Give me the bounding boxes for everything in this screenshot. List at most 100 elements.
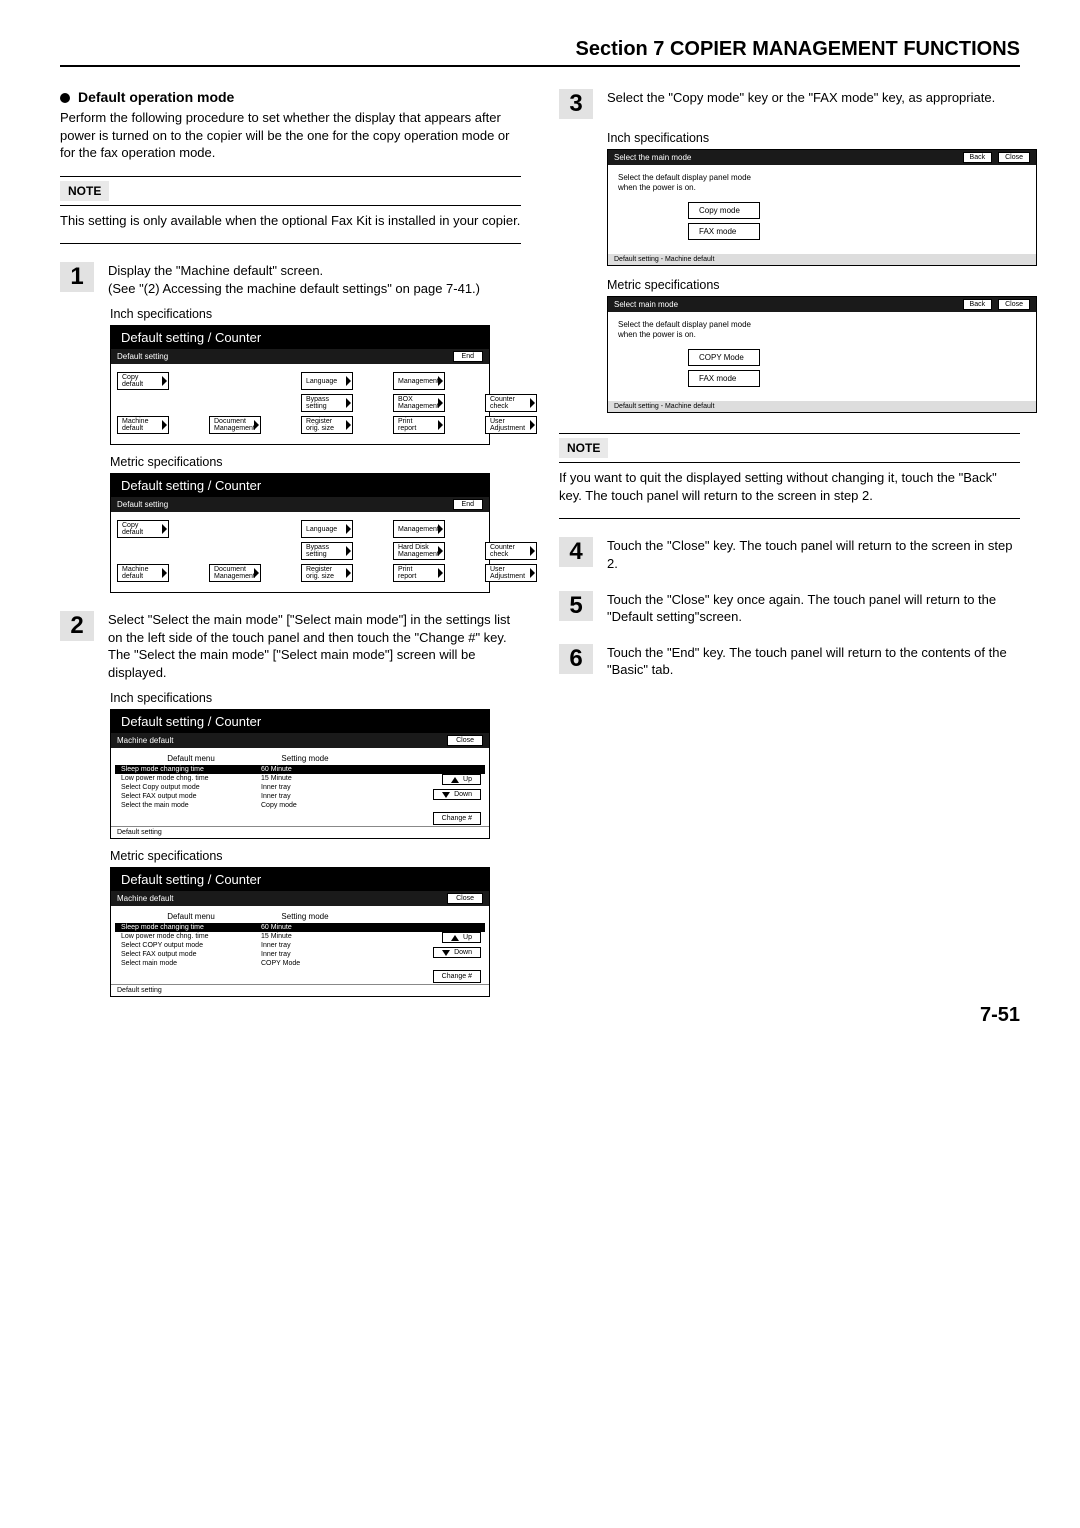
mm-body: Select the default display panel mode wh… [608, 312, 1036, 401]
change-button[interactable]: Change # [433, 970, 481, 983]
fax-mode-button[interactable]: FAX mode [688, 370, 760, 387]
language-button[interactable]: Language [301, 520, 353, 538]
table-row[interactable]: Select the main modeCopy mode [115, 801, 485, 810]
box-mgmt-button[interactable]: BOX Management [393, 394, 445, 412]
panel-wrap: Default setting / Counter Default settin… [110, 325, 521, 445]
end-button[interactable]: End [453, 351, 483, 362]
table-cell: Inner tray [261, 942, 341, 949]
default-setting-panel-inch: Default setting / Counter Default settin… [110, 325, 490, 445]
panel-footer: Default setting [111, 984, 489, 996]
table-row[interactable]: Low power mode chng. time15 Minute [115, 932, 485, 941]
user-adjust-button[interactable]: User Adjustment [485, 416, 537, 434]
machine-default-button[interactable]: Machine default [117, 416, 169, 434]
bypass-button[interactable]: Bypass setting [301, 394, 353, 412]
counter-check-button[interactable]: Counter check [485, 394, 537, 412]
management-button[interactable]: Management [393, 520, 445, 538]
mm-bar: Select the main mode Back Close [608, 150, 1036, 165]
copy-mode-button[interactable]: Copy mode [688, 202, 760, 219]
doc-mgmt-button[interactable]: Document Management [209, 416, 261, 434]
down-button[interactable]: Down [433, 789, 481, 800]
table-cell: 60 Minute [261, 924, 341, 931]
table-row[interactable]: Select main modeCOPY Mode [115, 959, 485, 968]
mm-bar-title: Select the main mode [614, 153, 691, 162]
main-mode-panel-metric: Select main mode Back Close Select the d… [607, 296, 1037, 413]
sub-bar-label: Default setting [117, 352, 168, 361]
step-text: Touch the "Close" key once again. The to… [607, 591, 1020, 626]
step-number: 5 [559, 591, 593, 621]
panel-sub-bar: Default setting End [111, 349, 489, 364]
down-button[interactable]: Down [433, 947, 481, 958]
rows-inch: Sleep mode changing time60 MinuteLow pow… [115, 765, 485, 810]
right-controls: Up Down Change # [433, 774, 481, 825]
close-button[interactable]: Close [447, 735, 483, 746]
machine-default-label: Machine default [117, 894, 173, 903]
language-button[interactable]: Language [301, 372, 353, 390]
table-row[interactable]: Low power mode chng. time15 Minute [115, 774, 485, 783]
step-number: 6 [559, 644, 593, 674]
table-cell: Inner tray [261, 793, 341, 800]
copy-default-button[interactable]: Copy default [117, 372, 169, 390]
panel-footer: Default setting [111, 826, 489, 838]
table-cell: Select FAX output mode [121, 793, 261, 800]
left-column: Default operation mode Perform the follo… [60, 89, 521, 997]
up-label: Up [463, 776, 472, 783]
step-number: 3 [559, 89, 593, 119]
copy-default-button[interactable]: Copy default [117, 520, 169, 538]
panel-wrap: Default setting / Counter Machine defaul… [110, 709, 521, 839]
end-button[interactable]: End [453, 499, 483, 510]
note-text: If you want to quit the displayed settin… [559, 469, 1020, 504]
table-cell: Select Copy output mode [121, 784, 261, 791]
table-row[interactable]: Sleep mode changing time60 Minute [115, 765, 485, 774]
table-cell: Low power mode chng. time [121, 933, 261, 940]
register-orig-button[interactable]: Register orig. size [301, 564, 353, 582]
list-area: Default menu Setting mode Sleep mode cha… [111, 906, 489, 984]
up-button[interactable]: Up [442, 932, 481, 943]
step-text: Select the "Copy mode" key or the "FAX m… [607, 89, 995, 107]
mm-buttons: Copy mode FAX mode [688, 202, 1026, 240]
print-report-button[interactable]: Print report [393, 416, 445, 434]
change-button[interactable]: Change # [433, 812, 481, 825]
table-row[interactable]: Sleep mode changing time60 Minute [115, 923, 485, 932]
table-cell: Copy mode [261, 802, 341, 809]
harddisk-mgmt-button[interactable]: Hard Disk Management [393, 542, 445, 560]
panel-title: Default setting / Counter [111, 710, 489, 733]
doc-mgmt-button[interactable]: Document Management [209, 564, 261, 582]
machine-default-label: Machine default [117, 736, 173, 745]
step-text: Select "Select the main mode" ["Select m… [108, 611, 521, 681]
table-row[interactable]: Select COPY output modeInner tray [115, 941, 485, 950]
up-button[interactable]: Up [442, 774, 481, 785]
inch-spec-label: Inch specifications [110, 307, 521, 321]
panel-title: Default setting / Counter [111, 326, 489, 349]
right-column: 3 Select the "Copy mode" key or the "FAX… [559, 89, 1020, 997]
note-label: NOTE [559, 438, 608, 458]
close-button[interactable]: Close [447, 893, 483, 904]
hdr-mode: Setting mode [265, 754, 345, 763]
print-report-button[interactable]: Print report [393, 564, 445, 582]
counter-check-button[interactable]: Counter check [485, 542, 537, 560]
close-button[interactable]: Close [998, 152, 1030, 163]
register-orig-button[interactable]: Register orig. size [301, 416, 353, 434]
table-row[interactable]: Select Copy output modeInner tray [115, 783, 485, 792]
metric-spec-label: Metric specifications [110, 455, 521, 469]
user-adjust-button[interactable]: User Adjustment [485, 564, 537, 582]
table-cell: 15 Minute [261, 933, 341, 940]
table-cell: 15 Minute [261, 775, 341, 782]
step-1: 1 Display the "Machine default" screen. … [60, 262, 521, 297]
list-headers: Default menu Setting mode [115, 752, 485, 765]
fax-mode-button[interactable]: FAX mode [688, 223, 760, 240]
bypass-button[interactable]: Bypass setting [301, 542, 353, 560]
metric-spec-label: Metric specifications [607, 278, 1020, 292]
management-button[interactable]: Management [393, 372, 445, 390]
copy-mode-button[interactable]: COPY Mode [688, 349, 760, 366]
step-6: 6 Touch the "End" key. The touch panel w… [559, 644, 1020, 679]
table-row[interactable]: Select FAX output modeInner tray [115, 792, 485, 801]
mm-body: Select the default display panel mode wh… [608, 165, 1036, 254]
table-row[interactable]: Select FAX output modeInner tray [115, 950, 485, 959]
inch-spec-label: Inch specifications [110, 691, 521, 705]
close-button[interactable]: Close [998, 299, 1030, 310]
mm-description: Select the default display panel mode wh… [618, 320, 1026, 339]
back-button[interactable]: Back [963, 152, 993, 163]
machine-default-button[interactable]: Machine default [117, 564, 169, 582]
back-button[interactable]: Back [963, 299, 993, 310]
panel-sub-bar: Machine default Close [111, 733, 489, 748]
